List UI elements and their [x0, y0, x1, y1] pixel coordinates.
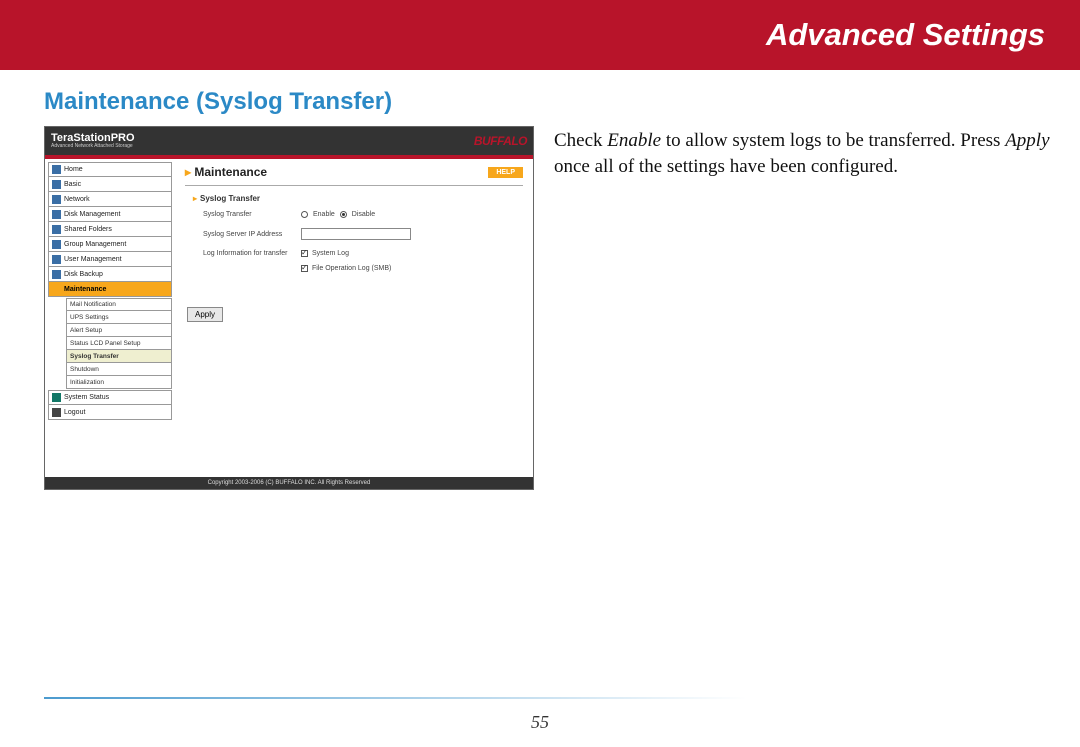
help-button[interactable]: HELP [488, 167, 523, 178]
brand-logo: TeraStationPRO Advanced Network Attached… [51, 133, 135, 149]
form-field: Enable Disable [301, 211, 523, 218]
nav-sub-label: Initialization [70, 379, 104, 386]
panel-subheading-text: Syslog Transfer [200, 194, 260, 203]
form-row-ip-address: Syslog Server IP Address [203, 228, 523, 240]
nav-sub-label: Syslog Transfer [70, 353, 119, 360]
desc-part: Check [554, 130, 607, 151]
form-label: Syslog Transfer [203, 211, 293, 218]
nav-icon [52, 210, 61, 219]
brand-right: BUFFALO [474, 134, 527, 148]
panel-subheading: ▸Syslog Transfer [193, 194, 523, 203]
nav-disk-management[interactable]: Disk Management [48, 207, 172, 222]
nav-icon [52, 285, 61, 294]
bullet-icon: ▸ [185, 165, 191, 179]
bullet-icon: ▸ [193, 194, 197, 203]
section-title: Maintenance (Syslog Transfer) [44, 88, 534, 116]
nav-disk-backup[interactable]: Disk Backup [48, 267, 172, 282]
nav-icon [52, 165, 61, 174]
right-column: Check Enable to allow system logs to be … [554, 88, 1050, 490]
nav-label: Logout [64, 409, 85, 416]
nav-icon [52, 393, 61, 402]
radio-label: Disable [352, 211, 375, 218]
nav-sub-shutdown[interactable]: Shutdown [66, 363, 172, 376]
nav-maintenance[interactable]: Maintenance [48, 282, 172, 297]
nav-label: System Status [64, 394, 109, 401]
app-screenshot: TeraStationPRO Advanced Network Attached… [44, 126, 534, 490]
nav-label: User Management [64, 256, 122, 263]
nav-shared-folders[interactable]: Shared Folders [48, 222, 172, 237]
nav-system-status[interactable]: System Status [48, 390, 172, 405]
nav-label: Group Management [64, 241, 126, 248]
nav-icon [52, 225, 61, 234]
nav-sub-label: UPS Settings [70, 314, 109, 321]
content-area: Maintenance (Syslog Transfer) TeraStatio… [0, 70, 1080, 490]
header-bar: Advanced Settings [0, 0, 1080, 70]
form-field [301, 228, 523, 240]
ip-address-input[interactable] [301, 228, 411, 240]
nav-icon [52, 408, 61, 417]
nav-group-management[interactable]: Group Management [48, 237, 172, 252]
brand-subtitle: Advanced Network Attached Storage [51, 144, 135, 149]
nav-icon [52, 195, 61, 204]
app-body: Home Basic Network Disk Management Share… [45, 159, 533, 477]
nav-sub-label: Shutdown [70, 366, 99, 373]
nav-label: Shared Folders [64, 226, 112, 233]
nav-sub-label: Alert Setup [70, 327, 102, 334]
header-title: Advanced Settings [766, 17, 1045, 53]
left-column: Maintenance (Syslog Transfer) TeraStatio… [44, 88, 534, 490]
page-number: 55 [0, 712, 1080, 733]
apply-button[interactable]: Apply [187, 307, 223, 322]
radio-label: Enable [313, 211, 335, 218]
app-sidebar: Home Basic Network Disk Management Share… [45, 159, 175, 477]
form-label: Syslog Server IP Address [203, 231, 293, 238]
nav-icon [52, 255, 61, 264]
nav-sub-label: Mail Notification [70, 301, 116, 308]
nav-sub-alert-setup[interactable]: Alert Setup [66, 324, 172, 337]
nav-basic[interactable]: Basic [48, 177, 172, 192]
nav-sub-status-lcd[interactable]: Status LCD Panel Setup [66, 337, 172, 350]
nav-label: Basic [64, 181, 81, 188]
radio-enable[interactable] [301, 211, 308, 218]
footer-divider [44, 697, 1048, 699]
form-field: System Log File Operation Log (SMB) [301, 250, 523, 272]
checkbox-system-log[interactable] [301, 250, 308, 257]
nav-sub-syslog-transfer[interactable]: Syslog Transfer [66, 350, 172, 363]
nav-home[interactable]: Home [48, 162, 172, 177]
panel-title: ▸ Maintenance [185, 165, 523, 179]
checkbox-label: File Operation Log (SMB) [312, 265, 391, 272]
nav-label: Home [64, 166, 83, 173]
desc-emphasis: Apply [1005, 130, 1049, 151]
form-row-log-info: Log Information for transfer System Log … [203, 250, 523, 272]
nav-sub-ups-settings[interactable]: UPS Settings [66, 311, 172, 324]
form-label: Log Information for transfer [203, 250, 293, 257]
nav-label: Disk Management [64, 211, 120, 218]
nav-sub-initialization[interactable]: Initialization [66, 376, 172, 389]
checkbox-label: System Log [312, 250, 349, 257]
checkbox-file-op-log[interactable] [301, 265, 308, 272]
nav-icon [52, 240, 61, 249]
desc-part: to allow system logs to be transferred. … [661, 130, 1005, 151]
panel-title-text: Maintenance [194, 165, 267, 179]
desc-part: once all of the settings have been confi… [554, 156, 898, 177]
nav-user-management[interactable]: User Management [48, 252, 172, 267]
nav-sub-label: Status LCD Panel Setup [70, 340, 140, 347]
radio-disable[interactable] [340, 211, 347, 218]
form-row-syslog-transfer: Syslog Transfer Enable Disable [203, 211, 523, 218]
nav-network[interactable]: Network [48, 192, 172, 207]
app-main-panel: HELP ▸ Maintenance ▸Syslog Transfer Sysl… [175, 159, 533, 477]
nav-logout[interactable]: Logout [48, 405, 172, 420]
nav-icon [52, 270, 61, 279]
nav-label: Network [64, 196, 90, 203]
nav-icon [52, 180, 61, 189]
description-text: Check Enable to allow system logs to be … [554, 128, 1050, 179]
nav-label: Maintenance [64, 286, 106, 293]
app-footer: Copyright 2003-2006 (C) BUFFALO INC. All… [45, 477, 533, 489]
nav-label: Disk Backup [64, 271, 103, 278]
divider [185, 185, 523, 186]
app-topbar: TeraStationPRO Advanced Network Attached… [45, 127, 533, 155]
desc-emphasis: Enable [607, 130, 661, 151]
nav-sub-mail-notification[interactable]: Mail Notification [66, 298, 172, 311]
